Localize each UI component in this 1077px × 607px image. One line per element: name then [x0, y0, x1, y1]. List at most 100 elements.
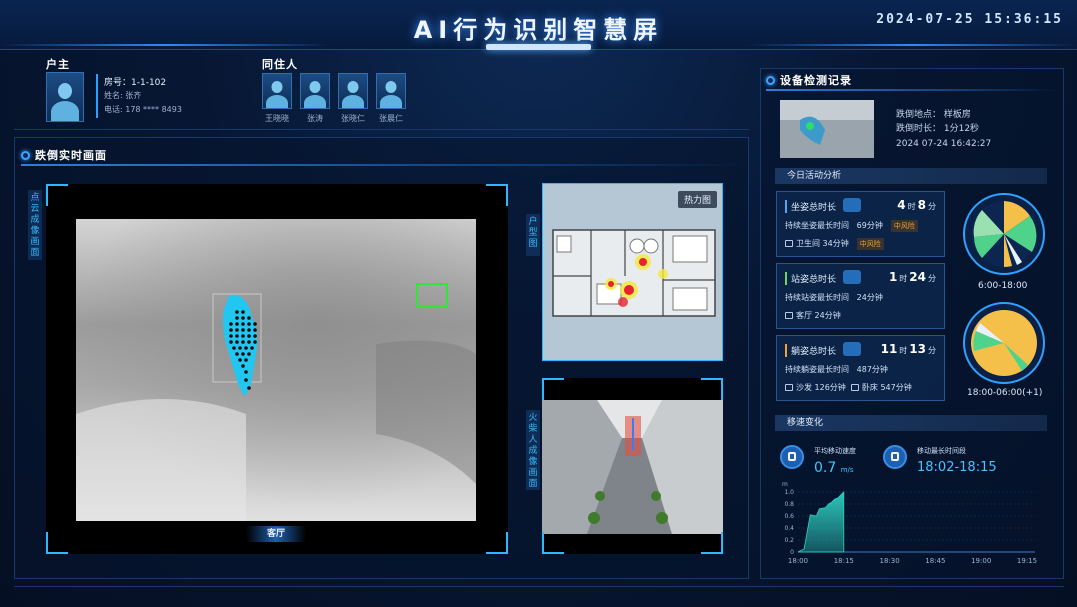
- owner-room: 房号：1-1-102: [104, 78, 167, 88]
- activity-header: 今日活动分析: [775, 168, 1047, 184]
- cohabitant-avatar[interactable]: [300, 73, 330, 109]
- avg-speed-value: 0.7 m/s: [814, 460, 854, 476]
- section-dot-icon: [21, 150, 30, 160]
- card-max-line: 持续站姿最长时间 24分钟: [785, 292, 883, 303]
- device-log-title: 设备检测记录: [766, 72, 852, 88]
- fall-duration: 跌倒时长： 1分12秒: [896, 124, 980, 134]
- divider: [14, 129, 749, 130]
- night-clock-label: 18:00-06:00(+1): [967, 388, 1043, 398]
- activity-card[interactable]: 坐姿总时长 4时8分 持续坐姿最长时间 69分钟 中风险 卫生间 34分钟 中风险: [776, 191, 945, 257]
- card-location: 卫生间 34分钟: [796, 239, 849, 248]
- day-activity-clock: [963, 193, 1045, 275]
- card-location-line: 客厅 24分钟: [785, 310, 841, 321]
- card-total: 11 时 13 分: [881, 342, 938, 356]
- card-total: 1 时 24 分: [889, 270, 938, 284]
- point-cloud-view[interactable]: [46, 184, 508, 554]
- card-location-line: 卫生间 34分钟 中风险: [785, 238, 884, 250]
- card-minutes: 13: [909, 342, 926, 356]
- owner-name: 姓名: 张齐: [104, 91, 142, 100]
- peak-period-value: 18:02-18:15: [917, 460, 997, 475]
- frame-corner: [486, 532, 508, 554]
- footer-divider: [14, 586, 1064, 587]
- cohabitant-avatar[interactable]: [376, 73, 406, 109]
- owner-avatar: [46, 72, 84, 122]
- card-max-label: 持续站姿最长时间: [785, 293, 849, 302]
- fall-section-title: 跌倒实时画面: [21, 147, 107, 163]
- device-snapshot[interactable]: [780, 100, 874, 158]
- owner-info-divider: [96, 74, 98, 118]
- room-icon: [785, 240, 793, 247]
- minute-unit: 分: [928, 346, 936, 355]
- y-tick-label: 0.4: [784, 525, 794, 532]
- y-tick-label: 0.2: [784, 537, 794, 544]
- heatmap-button[interactable]: 热力图: [677, 191, 717, 208]
- hour-unit: 时: [899, 346, 908, 355]
- cohabitant-section-title: 同住人: [262, 58, 298, 71]
- header-center-tab: [486, 44, 591, 50]
- owner-section-title: 户主: [46, 58, 70, 71]
- snapshot-image: [780, 100, 874, 158]
- cohabitant-avatar[interactable]: [262, 73, 292, 109]
- stickman-image: [542, 400, 723, 534]
- fall-section-underline: [21, 164, 746, 166]
- fall-timestamp: 2024 07-24 16:42:27: [896, 139, 992, 149]
- risk-badge: 中风险: [890, 220, 918, 232]
- card-max-value: 69分钟: [856, 221, 883, 230]
- x-tick-label: 18:00: [788, 557, 808, 565]
- card-hours: 1: [888, 270, 898, 284]
- activity-card[interactable]: 躺姿总时长 11 时 13 分 持续躺姿最长时间 487分钟 沙发 126分钟 卧床 …: [776, 335, 945, 401]
- day-clock-label: 6:00-18:00: [978, 281, 1028, 291]
- avg-speed-number: 0.7: [814, 460, 837, 476]
- floorplan-image: [552, 229, 716, 317]
- frame-corner: [701, 378, 723, 400]
- avg-speed-label: 平均移动速度: [814, 447, 856, 455]
- point-cloud-label: 点云成像画面: [28, 190, 42, 260]
- card-total: 4时8分: [897, 198, 938, 212]
- card-location: 客厅 24分钟: [796, 311, 841, 320]
- card-hours: 11: [880, 342, 898, 356]
- owner-phone: 电话: 178 **** 8493: [104, 105, 182, 114]
- cohabitant-name: 王晓晓: [265, 114, 289, 123]
- frame-corner: [46, 532, 68, 554]
- cohabitant-name: 张涛: [307, 114, 323, 123]
- stickman-view[interactable]: [542, 378, 723, 554]
- frame-corner: [486, 184, 508, 206]
- card-label: 坐姿总时长: [785, 200, 836, 213]
- card-max-label: 持续躺姿最长时间: [785, 365, 849, 374]
- speed-chart: m1.0 0.8 0.6 0.4 0.2 018:00 18:15 18:30 18:45 19:…: [782, 481, 1037, 565]
- frame-corner: [701, 532, 723, 554]
- device-log-underline: [766, 89, 1058, 91]
- cohabitant-name: 张晨仁: [379, 114, 403, 123]
- bed-icon: [850, 384, 859, 391]
- sitting-icon: [843, 198, 861, 212]
- card-label: 站姿总时长: [785, 272, 836, 285]
- hour-unit: 时: [907, 202, 916, 211]
- speed-area-series: [797, 491, 845, 553]
- y-tick-label: 0: [790, 549, 794, 556]
- header-left-line: [0, 44, 330, 46]
- x-tick-label: 19:00: [971, 557, 991, 565]
- x-tick-label: 18:30: [880, 557, 900, 565]
- x-tick-label: 18:45: [925, 557, 945, 565]
- room-tag: 客厅: [246, 526, 306, 542]
- minute-unit: 分: [928, 274, 936, 283]
- y-tick-label: 1.0: [784, 489, 794, 496]
- avg-speed-unit: m/s: [840, 466, 854, 474]
- frame-corner: [46, 184, 68, 206]
- point-cloud-image: [76, 219, 476, 521]
- fall-location: 跌倒地点： 样板房: [896, 110, 971, 120]
- card-minutes: 24: [909, 270, 926, 284]
- movement-header: 移速变化: [775, 415, 1047, 431]
- activity-card[interactable]: 站姿总时长 1 时 24 分 持续站姿最长时间 24分钟 客厅 24分钟: [776, 263, 945, 329]
- device-log-label: 设备检测记录: [780, 74, 852, 87]
- standing-icon: [843, 270, 861, 284]
- cohabitant-avatar[interactable]: [338, 73, 368, 109]
- floorplan-view[interactable]: 热力图: [542, 183, 723, 361]
- x-tick-label: 18:15: [834, 557, 854, 565]
- cohabitant-name: 张晓仁: [341, 114, 365, 123]
- y-unit-label: m: [782, 481, 788, 488]
- sofa-icon: [785, 384, 793, 391]
- peak-period-label: 移动最长时间段: [917, 447, 966, 455]
- y-tick-label: 0.8: [784, 501, 794, 508]
- hour-unit: 时: [899, 274, 908, 283]
